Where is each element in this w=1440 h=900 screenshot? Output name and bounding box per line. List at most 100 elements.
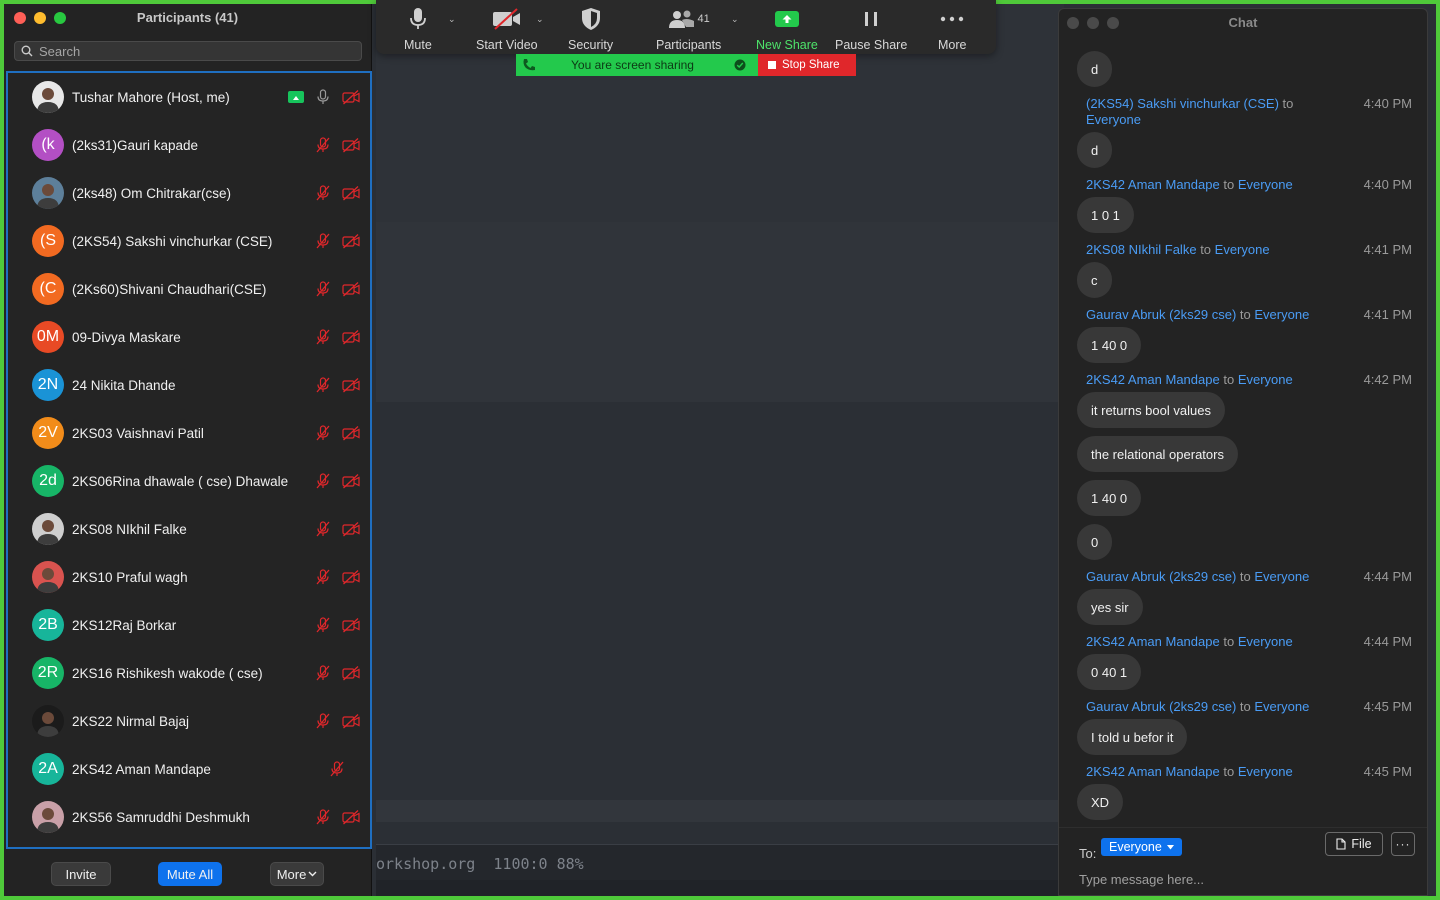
profile-photo-icon (37, 568, 59, 593)
file-label: File (1351, 837, 1372, 851)
participant-row[interactable]: (C (2Ks60)Shivani Chaudhari(CSE) (8, 265, 370, 313)
avatar-initials: (C (39, 280, 57, 297)
participants-search-input[interactable] (39, 43, 339, 59)
video-off-icon (342, 90, 360, 105)
message-input[interactable] (1079, 868, 1409, 890)
participant-status-icons (314, 185, 360, 201)
participant-row[interactable]: 2V 2KS03 Vaishnavi Patil (8, 409, 370, 457)
recipient-select[interactable]: Everyone (1101, 838, 1182, 856)
avatar-initials: 2N (37, 376, 59, 393)
message-sender[interactable]: 2KS42 Aman Mandape (1086, 764, 1220, 779)
participant-row[interactable]: 2N 24 Nikita Dhande (8, 361, 370, 409)
message-time: 4:42 PM (1363, 372, 1412, 387)
toolbar-more-button[interactable]: More (938, 6, 966, 52)
invite-button[interactable]: Invite (51, 862, 111, 886)
editor-area (376, 822, 1064, 844)
participant-row[interactable]: (2ks48) Om Chitrakar(cse) (8, 169, 370, 217)
more-dots-icon (941, 16, 964, 22)
message-sender[interactable]: (2KS54) Sakshi vinchurkar (CSE) (1086, 96, 1279, 111)
participant-name: 2KS56 Samruddhi Deshmukh (72, 809, 250, 825)
participant-row[interactable]: 2A 2KS42 Aman Mandape (8, 745, 370, 793)
chat-more-button[interactable]: ··· (1391, 832, 1415, 856)
participant-row[interactable]: (k (2ks31)Gauri kapade (8, 121, 370, 169)
mic-muted-icon (316, 665, 330, 681)
stop-share-button[interactable]: Stop Share (758, 54, 856, 76)
participants-button[interactable]: 41 Participants (656, 6, 721, 52)
participant-row[interactable]: 2KS08 NIkhil Falke (8, 505, 370, 553)
participant-name: Tushar Mahore (Host, me) (72, 89, 230, 105)
participant-row[interactable]: (S (2KS54) Sakshi vinchurkar (CSE) (8, 217, 370, 265)
audio-options-caret-icon[interactable]: ⌄ (448, 14, 456, 25)
chevron-down-icon (308, 871, 317, 877)
avatar: (C (32, 273, 64, 305)
chat-message-bubble: 1 40 0 (1077, 480, 1142, 516)
participant-row[interactable]: 2B 2KS12Raj Borkar (8, 601, 370, 649)
message-sender[interactable]: Gaurav Abruk (2ks29 cse) (1086, 699, 1236, 714)
screen-sharing-banner: You are screen sharing Stop Share (516, 54, 856, 76)
avatar-initials: (S (40, 232, 56, 249)
participant-row[interactable]: 2KS56 Samruddhi Deshmukh (8, 793, 370, 841)
video-off-icon (342, 138, 360, 153)
message-sender[interactable]: 2KS08 NIkhil Falke (1086, 242, 1197, 257)
file-button[interactable]: File (1325, 832, 1383, 856)
mic-muted-icon (316, 137, 330, 153)
participant-row[interactable]: 2KS22 Nirmal Bajaj (8, 697, 370, 745)
security-button[interactable]: Security (568, 6, 613, 52)
profile-photo-icon (37, 184, 59, 209)
participant-row[interactable]: 2KS10 Praful wagh (8, 553, 370, 601)
message-target: Everyone (1254, 699, 1310, 714)
message-sender[interactable]: Gaurav Abruk (2ks29 cse) (1086, 307, 1236, 322)
participants-options-caret-icon[interactable]: ⌄ (731, 14, 739, 25)
phone-icon (523, 59, 535, 71)
chat-message-header: 2KS42 Aman Mandape to Everyone 4:44 PM (1086, 634, 1416, 650)
message-target: Everyone (1086, 112, 1141, 127)
avatar-initials: 2A (38, 760, 58, 777)
video-off-icon (342, 426, 360, 441)
video-options-caret-icon[interactable]: ⌄ (536, 14, 544, 25)
message-time: 4:41 PM (1363, 242, 1412, 257)
new-share-button[interactable]: New Share (756, 6, 818, 52)
microphone-icon (317, 89, 329, 104)
chat-message-header: 2KS42 Aman Mandape to Everyone 4:45 PM (1086, 764, 1416, 780)
message-sender[interactable]: 2KS42 Aman Mandape (1086, 634, 1220, 649)
avatar: 2B (32, 609, 64, 641)
message-sender[interactable]: 2KS42 Aman Mandape (1086, 372, 1220, 387)
avatar: 2N (32, 369, 64, 401)
chat-message-bubble: 1 0 1 (1077, 197, 1134, 233)
participant-name: 2KS16 Rishikesh wakode ( cse) (72, 665, 263, 681)
message-to-label: to (1239, 307, 1251, 322)
mute-button[interactable]: Mute (404, 6, 432, 52)
video-off-icon (342, 522, 360, 537)
editor-area (376, 800, 1064, 822)
avatar: 0M (32, 321, 64, 353)
participant-status-icons (314, 569, 360, 585)
message-target: Everyone (1237, 372, 1293, 387)
profile-photo-icon (37, 520, 59, 545)
participant-row[interactable]: Tushar Mahore (Host, me) (8, 73, 370, 121)
security-label: Security (568, 38, 614, 52)
avatar (32, 177, 64, 209)
avatar-initials: 2V (38, 424, 58, 441)
participant-status-icons (314, 137, 360, 153)
start-video-button[interactable]: Start Video (476, 6, 538, 52)
chat-compose: To: Everyone File ··· (1059, 827, 1427, 897)
editor-area (376, 402, 1064, 800)
participants-more-button[interactable]: More (270, 862, 324, 886)
profile-photo-icon (37, 88, 59, 113)
pause-share-button[interactable]: Pause Share (835, 6, 907, 52)
new-share-label: New Share (756, 38, 818, 52)
message-target: Everyone (1254, 307, 1310, 322)
participant-row[interactable]: 2d 2KS06Rina dhawale ( cse) Dhawale (8, 457, 370, 505)
participant-row[interactable]: 0M 09-Divya Maskare (8, 313, 370, 361)
participant-name: 2KS42 Aman Mandape (72, 761, 211, 777)
message-to-label: to (1282, 96, 1294, 111)
participant-row[interactable]: 2R 2KS16 Rishikesh wakode ( cse) (8, 649, 370, 697)
video-off-icon (342, 378, 360, 393)
chat-messages: d (2KS54) Sakshi vinchurkar (CSE) to Ever… (1059, 37, 1427, 827)
participant-status-icons (314, 377, 360, 393)
message-sender[interactable]: Gaurav Abruk (2ks29 cse) (1086, 569, 1236, 584)
message-sender[interactable]: 2KS42 Aman Mandape (1086, 177, 1220, 192)
message-time: 4:40 PM (1363, 96, 1412, 111)
video-off-icon (342, 618, 360, 633)
mute-all-button[interactable]: Mute All (158, 862, 222, 886)
